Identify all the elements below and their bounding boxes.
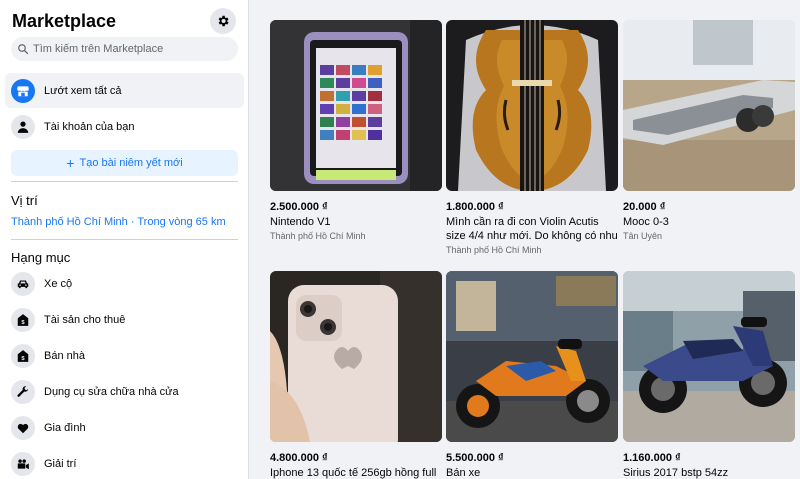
category-vehicles[interactable]: Xe cộ (5, 267, 244, 300)
page-title: Marketplace (12, 11, 117, 31)
film-camera-icon (11, 451, 35, 476)
wrench-icon (11, 379, 35, 404)
search-icon (18, 44, 29, 55)
nav-label: Lướt xem tất cả (44, 84, 122, 97)
listing-card[interactable]: 4.800.000 ₫ Iphone 13 quốc tế 256gb hồng… (270, 271, 442, 479)
listing-title: Bán xe (446, 467, 481, 479)
listing-image[interactable] (270, 271, 442, 442)
listing-image[interactable] (623, 20, 795, 191)
listing-image[interactable] (623, 271, 795, 442)
listing-title: Sirius 2017 bstp 54zz (623, 467, 729, 479)
category-label: Bán nhà (44, 349, 85, 362)
sidebar: Marketplace Lướt xem tất cả Tài khoản củ… (0, 0, 249, 479)
create-listing-label: Tạo bài niêm yết mới (79, 157, 183, 169)
divider (11, 239, 238, 240)
listing-card[interactable]: 5.500.000 ₫ Bán xe (446, 271, 618, 479)
listing-image[interactable] (270, 20, 442, 191)
listing-image[interactable] (446, 20, 618, 191)
divider (11, 181, 238, 182)
car-icon (11, 271, 35, 296)
listing-image[interactable] (446, 271, 618, 442)
category-label: Dụng cụ sửa chữa nhà cửa (44, 385, 179, 398)
category-home-improvement[interactable]: Dụng cụ sửa chữa nhà cửa (5, 375, 244, 408)
gear-icon (218, 15, 229, 27)
nav-browse-all[interactable]: Lướt xem tất cả (5, 73, 244, 108)
search-bar[interactable] (11, 37, 238, 61)
person-icon (11, 114, 35, 139)
listing-grid: 2.500.000 ₫ Nintendo V1 Thành phố Hồ Chí… (250, 0, 800, 479)
listing-price: 20.000 ₫ (623, 201, 666, 213)
heart-icon (11, 415, 35, 440)
categories-heading: Hạng mục (11, 250, 71, 265)
category-property-sale[interactable]: $ Bán nhà (5, 339, 244, 372)
location-heading: Vị trí (11, 193, 38, 208)
house-sale-icon: $ (11, 343, 35, 368)
category-label: Gia đình (44, 421, 86, 434)
listing-price: 5.500.000 ₫ (446, 452, 504, 464)
listing-price: 1.800.000 ₫ (446, 201, 504, 213)
category-rentals[interactable]: $ Tài sản cho thuê (5, 303, 244, 336)
listing-price: 4.800.000 ₫ (270, 452, 328, 464)
listing-location: Tân Uyên (623, 231, 663, 241)
listing-price: 2.500.000 ₫ (270, 201, 328, 213)
listing-title: Mình cần ra đi con Violin Acutis size 4/… (446, 216, 618, 242)
listing-price: 1.160.000 ₫ (623, 452, 681, 464)
category-entertainment[interactable]: Giải trí (5, 447, 244, 479)
category-family[interactable]: Gia đình (5, 411, 244, 444)
listing-title: Mooc 0-3 (623, 216, 669, 228)
category-label: Xe cộ (44, 277, 73, 290)
nav-label: Tài khoản của bạn (44, 120, 135, 133)
listing-location: Thành phố Hồ Chí Minh (270, 231, 366, 241)
create-listing-button[interactable]: + Tạo bài niêm yết mới (11, 150, 238, 176)
search-input[interactable] (33, 43, 233, 55)
listing-card[interactable]: 20.000 ₫ Mooc 0-3 Tân Uyên (623, 20, 795, 241)
settings-button[interactable] (210, 8, 236, 34)
listing-card[interactable]: 1.800.000 ₫ Mình cần ra đi con Violin Ac… (446, 20, 618, 255)
storefront-icon (11, 78, 35, 103)
nav-your-account[interactable]: Tài khoản của bạn (5, 109, 244, 144)
category-label: Giải trí (44, 457, 77, 470)
listing-card[interactable]: 2.500.000 ₫ Nintendo V1 Thành phố Hồ Chí… (270, 20, 442, 241)
location-filter-link[interactable]: Thành phố Hồ Chí Minh · Trong vòng 65 km (11, 216, 226, 228)
rental-house-icon: $ (11, 307, 35, 332)
listing-card[interactable]: 1.160.000 ₫ Sirius 2017 bstp 54zz (623, 271, 795, 479)
listing-title: Nintendo V1 (270, 216, 331, 228)
listing-location: Thành phố Hồ Chí Minh (446, 245, 542, 255)
listing-title: Iphone 13 quốc tế 256gb hồng full (270, 467, 437, 479)
plus-icon: + (66, 155, 75, 171)
category-label: Tài sản cho thuê (44, 313, 126, 326)
sidebar-header: Marketplace (12, 8, 238, 34)
